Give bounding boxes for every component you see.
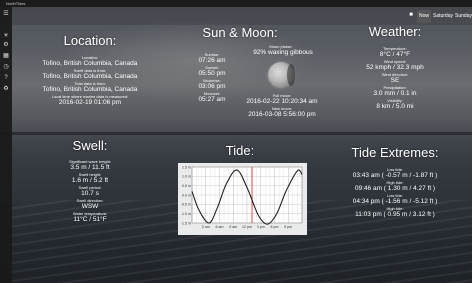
menu-icon[interactable]: ☰ — [2, 10, 10, 18]
moon-phase-value: 92% waxing gibbous — [253, 49, 313, 56]
moonrise-value: 03:06 pm — [198, 83, 226, 90]
weather-panel: Temperature: 8°C / 47°F Wind speed: 52 k… — [350, 46, 440, 111]
y-tick-label: 0.0 m — [182, 193, 191, 197]
extreme-4-value: 11:03 pm ( 0.95 m / 3.12 ft ) — [355, 211, 435, 218]
weather-heading: Weather: — [368, 24, 422, 39]
stop-icon[interactable]: ■ — [408, 12, 414, 18]
swell-heading: Swell: — [72, 138, 108, 153]
location-panel: Location: Tofino, British Columbia, Cana… — [30, 55, 150, 107]
y-tick-label: -0.5 m — [181, 203, 191, 207]
sun-moon-heading: Sun & Moon: — [202, 25, 278, 40]
y-tick-label: 1.0 m — [182, 175, 191, 179]
settings-icon[interactable]: ⚙ — [2, 41, 10, 49]
horizon-line — [0, 132, 472, 135]
y-tick-label: 1.5 m — [182, 165, 191, 169]
x-tick-label: 3 am — [202, 225, 210, 229]
measured-time-value: 2016-02-19 01:06 pm — [58, 99, 122, 106]
y-tick-label: -1.0 m — [181, 212, 191, 216]
water-temp-value: 11°C / 51°F — [73, 216, 107, 223]
sunrise-value: 07:26 am — [198, 57, 226, 64]
tide-heading: Tide: — [225, 143, 255, 158]
clock-icon[interactable]: ◷ — [2, 63, 10, 71]
help-icon[interactable]: ? — [2, 74, 10, 82]
moonset-value: 05:27 am — [198, 96, 226, 103]
sun-icon[interactable]: ☀ — [2, 32, 10, 40]
location-heading: Location: — [63, 33, 117, 48]
x-tick-label: 12 pm — [242, 225, 252, 229]
full-moon-value: 2016-02-22 10:20:34 am — [246, 98, 318, 105]
extreme-1-value: 03:43 am ( -0.57 m / -1.87 ft ) — [352, 172, 438, 179]
tab-sunday[interactable]: Sunday — [455, 10, 472, 23]
new-moon-value: 2016-03-08 5:56:00 pm — [248, 111, 316, 118]
swell-panel: Significant wave height: 3.5 m / 11.5 ft… — [40, 159, 140, 224]
sunset-value: 05:50 pm — [198, 70, 226, 77]
share-icon[interactable]: ♻ — [2, 85, 10, 93]
tab-now[interactable]: Now — [417, 10, 431, 23]
window-title: NorthTides — [6, 1, 26, 6]
nav-rail: ☰ ☀ ⚙ ▦ ◷ ? ♻ — [0, 7, 12, 283]
extreme-3-value: 04:34 pm ( -1.56 m / -5.12 ft ) — [352, 198, 438, 205]
wind-speed-value: 52 kmph / 32.3 mph — [366, 64, 424, 71]
title-bar: NorthTides — [0, 0, 472, 7]
x-tick-label: 6 pm — [271, 225, 279, 229]
tide-source-value: Tofino, British Columbia, Canada — [42, 86, 138, 93]
x-tick-label: 6 am — [216, 225, 224, 229]
x-tick-label: 3 pm — [257, 225, 265, 229]
location-value: Tofino, British Columbia, Canada — [42, 60, 138, 67]
tide-extremes-heading: Tide Extremes: — [351, 145, 439, 160]
wind-direction-value: SE — [390, 77, 400, 84]
x-tick-label: 9 am — [229, 225, 237, 229]
sun-times-panel: Sunrise: 07:26 am Sunset: 05:50 pm Moonr… — [192, 52, 232, 104]
command-bar: ■ Now Saturday Sunday — [12, 7, 472, 25]
tab-saturday[interactable]: Saturday — [432, 10, 454, 23]
swell-source-value: Tofino, British Columbia, Canada — [42, 73, 138, 80]
wave-height-value: 3.5 m / 11.5 ft — [70, 164, 110, 171]
tide-chart: 1.5 m 1.0 m 0.5 m 0.0 m -0.5 m -1.0 m -1.5 m 3 … — [181, 165, 303, 229]
tide-extremes-panel: Low tide: 03:43 am ( -0.57 m / -1.87 ft … — [340, 167, 450, 219]
visibility-value: 8 km / 5.0 mi — [376, 103, 414, 110]
precipitation-value: 3.0 mm / 0.1 in — [373, 90, 417, 97]
temperature-value: 8°C / 47°F — [379, 51, 411, 58]
y-tick-label: 0.5 m — [182, 184, 191, 188]
swell-height-value: 1.6 m / 5.2 ft — [71, 177, 109, 184]
extreme-2-value: 09:46 am ( 1.30 m / 4.27 ft ) — [354, 185, 436, 192]
swell-direction-value: WSW — [81, 203, 99, 210]
swell-period-value: 10.7 s — [81, 190, 99, 197]
moon-icon — [268, 62, 295, 88]
x-tick-label: 9 pm — [284, 225, 292, 229]
moon-dates-panel: Full moon: 2016-02-22 10:20:34 am New mo… — [236, 93, 328, 119]
calendar-icon[interactable]: ▦ — [2, 52, 10, 60]
y-tick-label: -1.5 m — [181, 221, 191, 225]
